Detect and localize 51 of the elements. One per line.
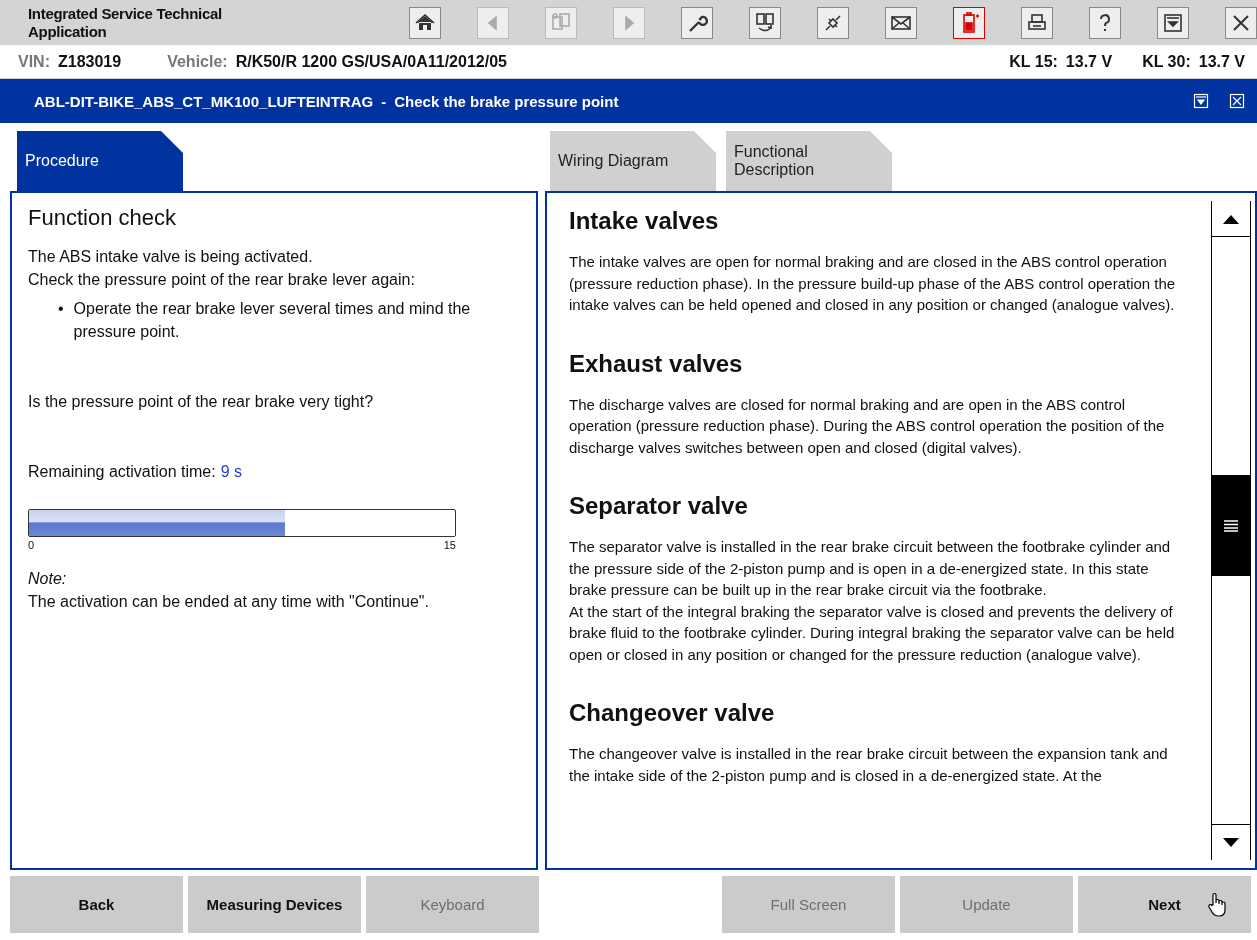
instruction-text: The ABS intake valve is being activated. [28, 247, 314, 267]
action-button[interactable]: Back [10, 876, 183, 933]
description-paragraph: The intake valves are open for normal braking and are closed in the ABS control operation (pressure reduction phase). In the pressure build-up phase of the ABS control operation the intake valves can be held opened and closed in any position or changed (analogue valves). [569, 252, 1177, 315]
dropdown-icon[interactable] [1157, 6, 1189, 39]
printer-icon[interactable] [1021, 6, 1053, 39]
note-text: The activation can be ended at any time with "Continue". [28, 592, 430, 612]
panel-tab[interactable]: Functional Description [726, 131, 892, 191]
procedure-code: ABL-DIT-BIKE_ABS_CT_MK100_LUFTEINTRAG [34, 92, 374, 110]
procedure-tab[interactable]: Procedure [17, 131, 183, 191]
app-title: Integrated Service Technical Application [28, 4, 223, 41]
section-heading: Changeover valve [569, 699, 776, 727]
scrollbar-thumb[interactable] [1212, 475, 1250, 576]
panel-tab[interactable]: Wiring Diagram [550, 131, 716, 191]
plug-icon[interactable] [817, 6, 849, 39]
help-icon[interactable] [1089, 6, 1121, 39]
vin-label: VIN: [18, 52, 50, 71]
note-label: Note: [28, 569, 68, 589]
description-paragraph: The separator valve is installed in the rear brake circuit between the footbrake cylinder and the pressure side of the 2-piston pump and is open in a de-energized state. In this state brake pressure can be built up in the rear brake circuit via the footbrake. [569, 537, 1172, 600]
vin-value: Z183019 [58, 52, 122, 71]
home-icon[interactable] [409, 6, 441, 39]
instruction-text: Check the pressure point of the rear brake lever again: [28, 270, 416, 290]
down-arrow-icon [1221, 836, 1241, 849]
section-heading: Separator valve [569, 492, 749, 520]
vehicle-label: Vehicle: [167, 52, 228, 71]
scale-min: 0 [28, 539, 35, 551]
section-heading: Exhaust valves [569, 349, 744, 378]
remaining-time-value: 9 s [220, 463, 242, 481]
procedure-title: Check the brake pressure point [394, 92, 619, 110]
description-paragraph: The discharge valves are closed for normal braking and are open in the ABS control operation (pressure reduction phase). During the ABS control operation the position of the discharge valves switches between open and closed (digital valves). [569, 394, 1166, 458]
battery-icon[interactable] [953, 6, 985, 39]
kl30-value: 13.7 V [1198, 52, 1245, 71]
section-heading: Function check [28, 205, 177, 231]
kl15-label: KL 15: [1009, 52, 1058, 71]
bullet-item: Operate the rear brake lever several times and mind the pressure point. [73, 299, 472, 342]
exchange-icon[interactable] [749, 6, 781, 39]
close-icon[interactable] [1225, 6, 1257, 39]
section-heading: Intake valves [569, 207, 720, 235]
kl15-value: 13.7 V [1065, 52, 1113, 71]
mail-icon[interactable] [885, 6, 917, 39]
vehicle-value: R/K50/R 1200 GS/USA/0A11/2012/05 [235, 52, 507, 71]
kl30-label: KL 30: [1142, 52, 1191, 71]
bullet-marker: • [58, 299, 64, 319]
question-text: Is the pressure point of the rear brake very tight? [28, 393, 375, 411]
description-paragraph: The changeover valve is installed in the rear brake circuit between the expansion tank and the intake side of the 2-piston pump and is closed in a de-energized state. At the [569, 744, 1169, 786]
action-button[interactable]: Next [1078, 876, 1251, 933]
remaining-time-label: Remaining activation time: [28, 463, 216, 481]
title-separator: - [381, 92, 387, 110]
action-button[interactable]: Measuring Devices [188, 876, 361, 933]
scale-max: 15 [443, 539, 456, 551]
description-paragraph: At the start of the integral braking the separator valve is closed and prevents the delivery of brake fluid to the footbrake cylinder. During integral braking the separator valve can be held open or closed in any position or changed for the pressure reduction (analogue valve). [569, 601, 1176, 665]
hand-cursor-icon [1207, 892, 1227, 918]
